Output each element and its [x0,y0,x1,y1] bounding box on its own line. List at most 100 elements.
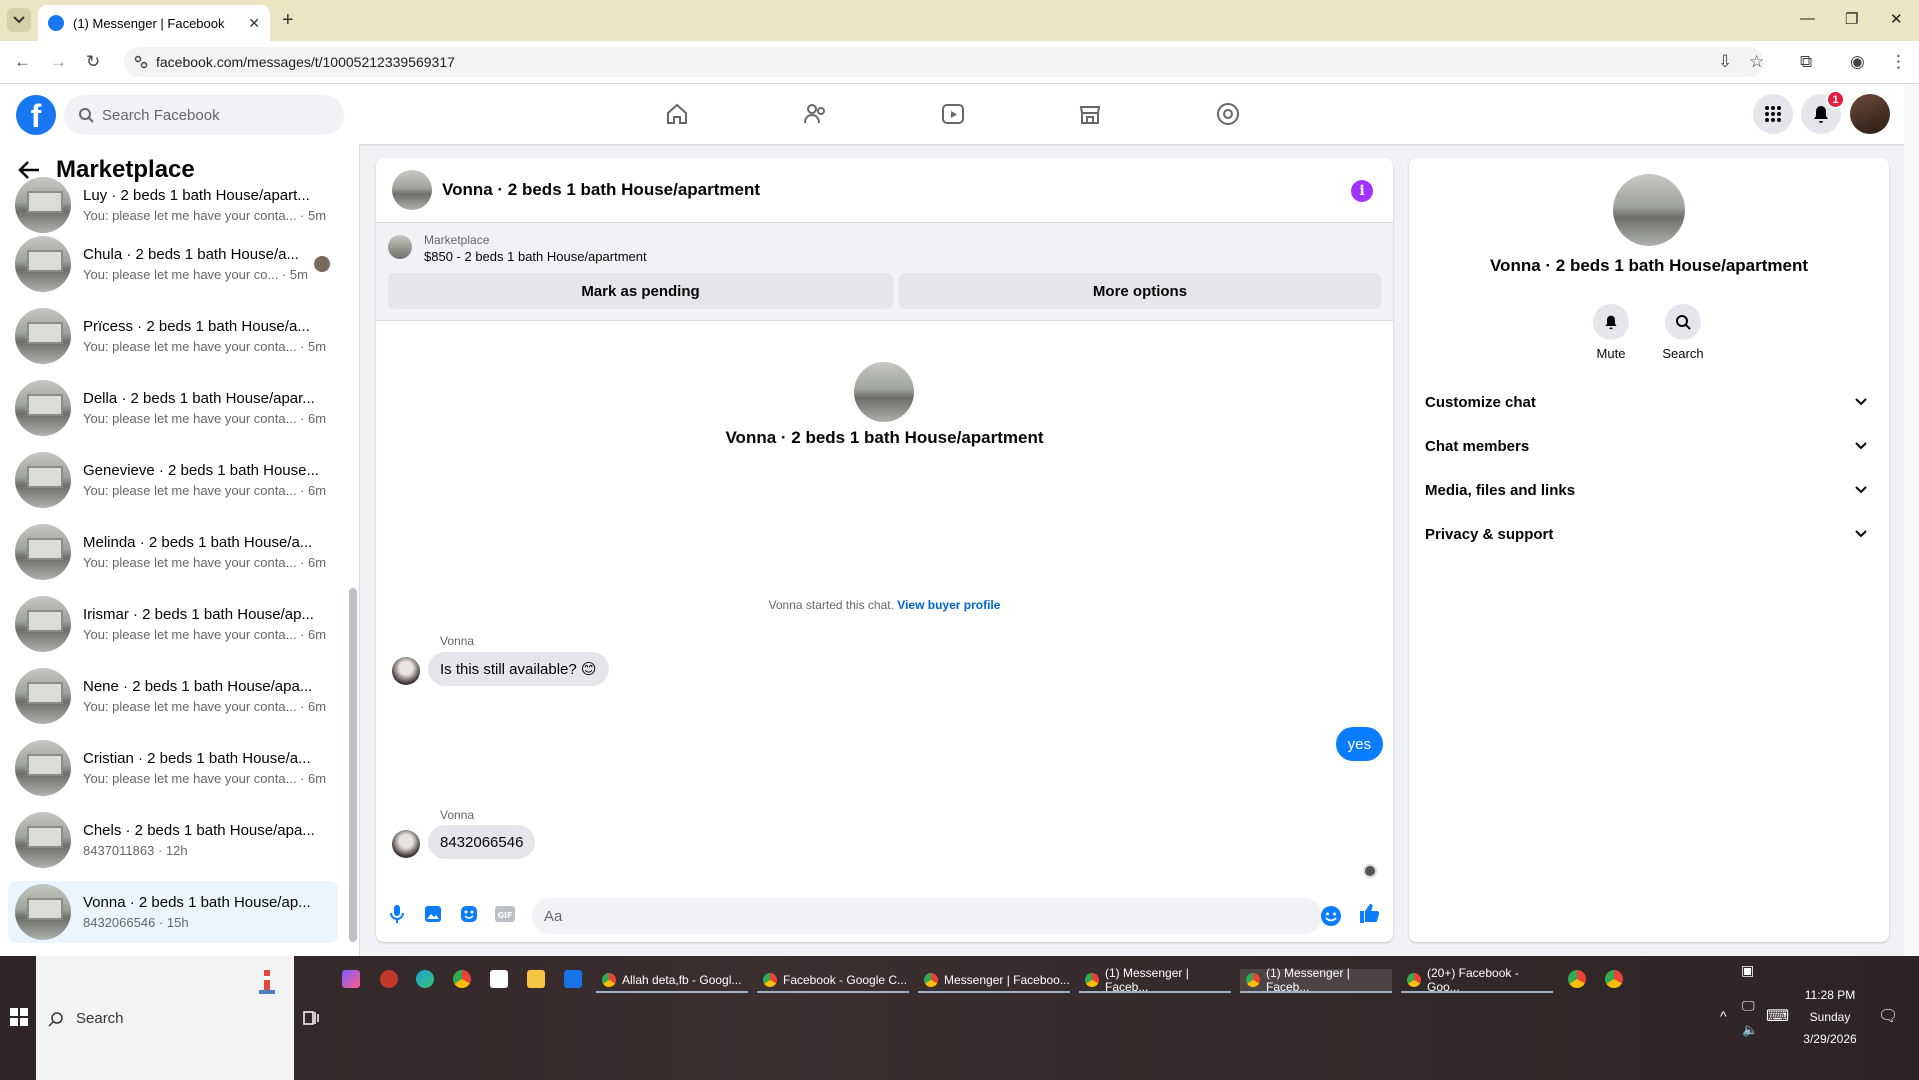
url-field[interactable]: facebook.com/messages/t/1000521233956931… [124,47,1764,77]
restore-icon[interactable]: ❐ [1845,10,1858,28]
sidebar-scrollbar[interactable] [349,588,357,942]
edge-icon[interactable] [416,970,434,988]
info-icon[interactable]: i [1351,180,1373,202]
taskbar-window-3[interactable]: Messenger | Faceboo... [918,969,1070,993]
clock-time[interactable]: 11:28 PM [1790,988,1870,1002]
clock-day[interactable]: Sunday [1790,1010,1870,1024]
home-icon[interactable] [661,98,693,130]
facebook-logo-icon[interactable]: f [16,95,56,135]
message-input[interactable]: Aa [532,898,1322,934]
conversation-item[interactable]: Chels · 2 beds 1 bath House/apa... 843701… [8,809,338,871]
started-text: Vonna started this chat. [768,598,894,612]
taskbar-window-5-active[interactable]: (1) Messenger | Faceb... [1240,966,1392,994]
marketplace-icon[interactable] [1074,98,1106,130]
sender-avatar[interactable] [392,830,420,858]
more-options-button[interactable]: More options [899,273,1381,309]
conversation-item[interactable]: Luy · 2 beds 1 bath House/apart... You: p… [8,174,338,236]
clock-date[interactable]: 3/29/2026 [1790,1032,1870,1046]
conversation-item[interactable]: Cristian · 2 beds 1 bath House/a... You: … [8,737,338,799]
chat-members-row[interactable]: Chat members [1425,424,1873,468]
meet-now-icon[interactable]: ▣ [1741,962,1754,979]
chrome-icon[interactable] [453,970,471,988]
chrome-icon[interactable] [1605,970,1623,988]
extensions-icon[interactable]: ⧉ [1800,52,1812,72]
app-icon[interactable] [380,970,398,988]
conversation-name: Luy · 2 beds 1 bath House/apart... [83,187,310,204]
taskbar-window-1[interactable]: Allah deta,fb - Googl... [596,969,748,993]
privacy-support-row[interactable]: Privacy & support [1425,512,1873,556]
taskbar-search[interactable]: Search [36,956,294,1080]
conversation-item-active[interactable]: Vonna · 2 beds 1 bath House/ap... 8432066… [8,881,338,943]
bell-icon [1593,304,1629,340]
conversation-item[interactable]: Genevieve · 2 beds 1 bath House... You: p… [8,449,338,511]
profile-icon[interactable]: ◉ [1850,52,1865,72]
minimize-icon[interactable]: — [1800,10,1815,27]
taskbar-window-2[interactable]: Facebook - Google C... [757,969,909,993]
browser-menu-icon[interactable]: ⋮ [1890,52,1907,72]
conversation-item[interactable]: Prïcess · 2 beds 1 bath House/a... You: p… [8,305,338,367]
notification-center-icon[interactable]: 🗨 [1878,1006,1898,1026]
new-tab-icon[interactable]: + [282,9,294,32]
reload-icon[interactable]: ↻ [86,52,100,72]
copilot-icon[interactable] [342,970,360,988]
outlook-icon[interactable] [564,970,582,988]
gaming-icon[interactable] [1212,98,1244,130]
chat-title[interactable]: Vonna · 2 beds 1 bath House/apartment [442,180,760,200]
outgoing-message[interactable]: yes [1335,727,1383,761]
store-icon[interactable] [490,970,508,988]
media-files-links-row[interactable]: Media, files and links [1425,468,1873,512]
close-tab-icon[interactable]: ✕ [248,15,260,32]
conversation-item[interactable]: Irismar · 2 beds 1 bath House/ap... You: … [8,593,338,655]
taskbar-window-6[interactable]: (20+) Facebook - Goo... [1401,966,1553,994]
search-conversation-button[interactable]: Search [1653,304,1713,361]
sticker-icon[interactable] [458,903,480,925]
sender-avatar[interactable] [392,657,420,685]
taskbar-window-label: (20+) Facebook - Goo... [1427,966,1519,994]
install-app-icon[interactable]: ⇩ [1718,52,1732,72]
notifications-button[interactable]: 1 [1801,90,1845,134]
chat-avatar[interactable] [392,170,432,210]
gif-icon[interactable]: GIF [494,903,516,925]
microphone-icon[interactable] [386,903,408,925]
account-avatar[interactable] [1850,94,1890,134]
volume-icon[interactable]: 🔈 [1742,1022,1758,1038]
video-icon[interactable] [937,98,969,130]
emoji-icon[interactable] [1320,905,1342,927]
incoming-message[interactable]: 8432066546 [428,825,536,859]
message-sender: Vonna [440,808,475,822]
conversation-item[interactable]: Melinda · 2 beds 1 bath House/a... You: p… [8,521,338,583]
browser-tab[interactable]: (1) Messenger | Facebook ✕ [38,5,270,41]
chrome-icon [763,973,777,987]
menu-grid-icon[interactable] [1753,94,1793,134]
file-explorer-icon[interactable] [527,970,545,988]
photo-icon[interactable] [422,903,444,925]
customize-chat-row[interactable]: Customize chat [1425,380,1873,424]
conversation-item[interactable]: Nene · 2 beds 1 bath House/apa... You: pl… [8,665,338,727]
network-icon[interactable]: 🖵 [1742,998,1755,1014]
listing-thumbnail [15,884,71,940]
conversation-preview: 8437011863 · 12h [83,843,188,858]
view-buyer-profile-link[interactable]: View buyer profile [897,598,1000,612]
tab-search-button[interactable] [7,8,31,32]
forward-icon[interactable]: → [50,52,67,72]
thumbs-up-icon[interactable] [1358,902,1380,924]
conversation-item[interactable]: Della · 2 beds 1 bath House/apar... You: … [8,377,338,439]
listing-title[interactable]: $850 - 2 beds 1 bath House/apartment [424,249,647,264]
search-input[interactable]: Search Facebook [64,95,344,135]
bookmark-star-icon[interactable]: ☆ [1749,52,1764,72]
conversation-item[interactable]: Chula · 2 beds 1 bath House/a... You: ple… [8,233,338,295]
keyboard-icon[interactable]: ⌨ [1766,1006,1789,1026]
site-info-icon[interactable] [134,55,148,69]
close-window-icon[interactable]: ✕ [1890,10,1903,28]
task-view-icon[interactable] [303,1010,319,1026]
back-icon[interactable]: ← [14,52,31,72]
show-hidden-icons[interactable]: ^ [1720,1008,1727,1024]
mute-button[interactable]: Mute [1581,304,1641,361]
chrome-icon[interactable] [1568,970,1586,988]
windows-start-icon[interactable] [10,1008,28,1026]
incoming-message[interactable]: Is this still available? 😊 [428,652,609,686]
friends-icon[interactable] [799,98,831,130]
mark-as-pending-button[interactable]: Mark as pending [388,273,893,309]
taskbar-window-4[interactable]: (1) Messenger | Faceb... [1079,966,1231,994]
page-scrollbar[interactable] [1904,84,1919,956]
